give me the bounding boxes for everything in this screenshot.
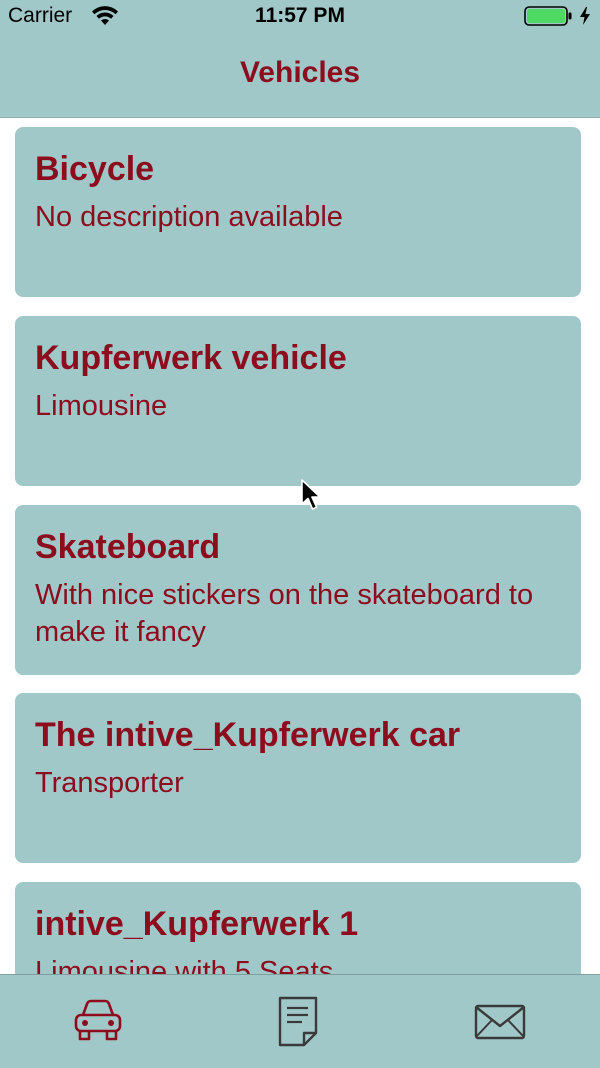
vehicle-name: The intive_Kupferwerk car — [35, 716, 461, 754]
vehicle-name: Bicycle — [35, 150, 155, 188]
car-icon — [74, 999, 122, 1041]
page-title: Vehicles — [239, 56, 361, 89]
charging-bolt-icon — [580, 7, 590, 25]
vehicle-card[interactable]: Skateboard With nice stickers on the ska… — [15, 505, 581, 675]
vehicle-name: Skateboard — [35, 528, 221, 566]
vehicle-description: With nice stickers on the skateboard to … — [35, 579, 534, 648]
vehicle-description: Transporter — [35, 767, 184, 799]
tab-documents[interactable] — [270, 995, 326, 1047]
envelope-icon — [474, 1004, 526, 1040]
vehicle-card[interactable]: Bicycle No description available — [15, 127, 581, 297]
vehicle-description: Limousine with 5 Seats — [35, 956, 334, 974]
vehicle-name: intive_Kupferwerk 1 — [35, 905, 359, 943]
tab-messages[interactable] — [472, 995, 528, 1047]
vehicle-card[interactable]: intive_Kupferwerk 1 Limousine with 5 Sea… — [15, 882, 581, 974]
battery-icon — [524, 6, 572, 26]
tab-vehicles[interactable] — [70, 995, 126, 1047]
vehicle-name: Kupferwerk vehicle — [35, 339, 347, 377]
clock: 11:57 PM — [255, 4, 345, 27]
vehicle-card[interactable]: The intive_Kupferwerk car Transporter — [15, 693, 581, 863]
tab-bar — [0, 974, 600, 1068]
vehicle-description: No description available — [35, 201, 343, 233]
vehicle-card[interactable]: Kupferwerk vehicle Limousine — [15, 316, 581, 486]
mouse-pointer-icon — [301, 479, 321, 510]
vehicle-description: Limousine — [35, 390, 168, 422]
status-bar: Carrier 11:57 PM — [0, 0, 600, 34]
top-bar: Carrier 11:57 PM Vehicles — [0, 0, 600, 118]
document-icon — [278, 996, 318, 1047]
vehicle-list[interactable]: Bicycle No description available Kupferw… — [0, 118, 600, 974]
